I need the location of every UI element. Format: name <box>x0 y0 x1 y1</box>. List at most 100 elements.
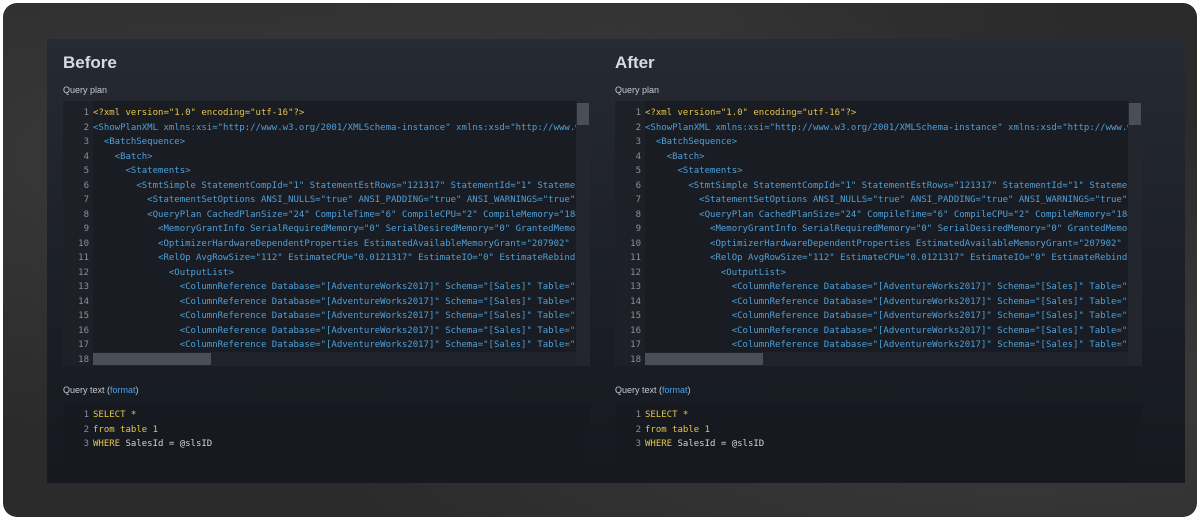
line-number: 12 <box>78 267 89 278</box>
line-number: 1 <box>635 410 641 420</box>
vertical-scrollbar[interactable] <box>1128 101 1142 366</box>
code-text: <Batch> <box>645 151 705 162</box>
code-text: <MemoryGrantInfo SerialRequiredMemory="0… <box>93 224 576 234</box>
code-line: 3 <BatchSequence> <box>615 135 1128 150</box>
vertical-scroll-thumb[interactable] <box>1129 103 1141 125</box>
line-number: 10 <box>630 238 641 249</box>
code-line: 3 WHERE SalesId = @slsID <box>615 437 1128 452</box>
code-lines: 1 SELECT * 2 from table 1 3 WHERE SalesId =… <box>63 408 576 452</box>
line-number: 7 <box>83 195 89 205</box>
after-query-plan-editor[interactable]: 1 <?xml version="1.0" encoding="utf-16"?>… <box>615 101 1142 366</box>
after-query-text-label: Query text (format) <box>615 385 691 395</box>
code-text: SELECT * <box>645 408 688 423</box>
code-text: <?xml version="1.0" encoding="utf-16"?> <box>93 108 305 118</box>
code-line: 8 <QueryPlan CachedPlanSize="24" Compile… <box>615 208 1128 223</box>
code-line: 9 <MemoryGrantInfo SerialRequiredMemory=… <box>63 222 576 237</box>
line-number: 17 <box>78 340 89 350</box>
sql-keyword: from table 1 <box>645 424 711 435</box>
code-text: <StatementSetOptions ANSI_NULLS="true" A… <box>93 195 576 205</box>
code-line: 14 <ColumnReference Database="[Adventure… <box>63 295 576 310</box>
before-query-plan-label: Query plan <box>63 85 108 95</box>
code-text: <ShowPlanXML xmlns:xsi="http://www.w3.or… <box>645 122 1128 133</box>
line-number: 5 <box>635 166 641 176</box>
code-text: from table 1 <box>645 423 710 438</box>
line-number: 3 <box>83 137 89 147</box>
code-text: <Statements> <box>645 166 743 176</box>
horizontal-scrollbar[interactable] <box>645 352 1128 366</box>
line-number: 15 <box>78 311 89 321</box>
code-line: 16 <ColumnReference Database="[Adventure… <box>615 324 1128 339</box>
code-text: <RelOp AvgRowSize="112" EstimateCPU="0.0… <box>93 253 576 263</box>
format-link[interactable]: format <box>110 385 136 395</box>
line-number: 6 <box>635 180 641 191</box>
line-number: 3 <box>635 439 641 449</box>
before-query-plan-editor[interactable]: 1 <?xml version="1.0" encoding="utf-16"?>… <box>63 101 590 366</box>
line-number: 16 <box>78 325 89 336</box>
format-link[interactable]: format <box>662 385 688 395</box>
code-text: <ColumnReference Database="[AdventureWor… <box>93 340 576 350</box>
code-text: <ColumnReference Database="[AdventureWor… <box>93 311 576 321</box>
code-line: 4 <Batch> <box>63 150 576 165</box>
after-query-text-editor[interactable]: 1 SELECT * 2 from table 1 3 WHERE SalesId =… <box>615 403 1142 483</box>
line-number: 4 <box>83 151 89 162</box>
sql-keyword: SELECT * <box>93 410 137 420</box>
before-column: Before Query plan 1 <?xml version="1.0" e… <box>51 39 603 483</box>
code-line: 2 <ShowPlanXML xmlns:xsi="http://www.w3.o… <box>63 121 576 136</box>
code-text: from table 1 <box>93 423 158 438</box>
before-query-text-editor[interactable]: 1 SELECT * 2 from table 1 3 WHERE SalesId =… <box>63 403 590 483</box>
code-line: 13 <ColumnReference Database="[Adventure… <box>63 280 576 295</box>
vertical-scrollbar[interactable] <box>576 101 590 366</box>
code-text: <QueryPlan CachedPlanSize="24" CompileTi… <box>93 209 576 220</box>
code-line: 2 from table 1 <box>615 423 1128 438</box>
line-number: 9 <box>635 224 641 234</box>
code-line: 6 <StmtSimple StatementCompId="1" Statem… <box>63 179 576 194</box>
code-line: 13 <ColumnReference Database="[Adventure… <box>615 280 1128 295</box>
code-text: <RelOp AvgRowSize="112" EstimateCPU="0.0… <box>645 253 1128 263</box>
line-number: 11 <box>78 253 89 263</box>
code-line: 8 <QueryPlan CachedPlanSize="24" Compile… <box>63 208 576 223</box>
horizontal-scrollbar[interactable] <box>93 352 576 366</box>
line-number: 2 <box>635 122 641 133</box>
code-line: 9 <MemoryGrantInfo SerialRequiredMemory=… <box>615 222 1128 237</box>
code-text: <ColumnReference Database="[AdventureWor… <box>645 282 1128 292</box>
code-text: <ColumnReference Database="[AdventureWor… <box>93 325 576 336</box>
code-line: 10 <OptimizerHardwareDependentProperties… <box>615 237 1128 252</box>
code-lines: 1 <?xml version="1.0" encoding="utf-16"?>… <box>615 106 1128 366</box>
code-line: 17 <ColumnReference Database="[Adventure… <box>63 338 576 353</box>
code-text: <Statements> <box>93 166 191 176</box>
code-line: 1 SELECT * <box>615 408 1128 423</box>
code-line: 17 <ColumnReference Database="[Adventure… <box>615 338 1128 353</box>
line-number: 18 <box>78 354 89 365</box>
code-line: 2 from table 1 <box>63 423 576 438</box>
horizontal-scroll-thumb[interactable] <box>93 353 211 365</box>
code-line: 15 <ColumnReference Database="[Adventure… <box>615 309 1128 324</box>
vertical-scroll-thumb[interactable] <box>577 103 589 125</box>
code-line: 12 <OutputList> <box>63 266 576 281</box>
code-text: <QueryPlan CachedPlanSize="24" CompileTi… <box>645 209 1128 220</box>
horizontal-scroll-thumb[interactable] <box>645 353 763 365</box>
code-text: <MemoryGrantInfo SerialRequiredMemory="0… <box>645 224 1128 234</box>
sql-keyword: WHERE <box>93 439 121 449</box>
code-lines: 1 SELECT * 2 from table 1 3 WHERE SalesId =… <box>615 408 1128 452</box>
code-line: 7 <StatementSetOptions ANSI_NULLS="true"… <box>63 193 576 208</box>
query-text-label-end: ) <box>135 385 139 395</box>
code-text: <ColumnReference Database="[AdventureWor… <box>645 296 1128 307</box>
query-compare-panel: Before Query plan 1 <?xml version="1.0" e… <box>47 39 1185 483</box>
code-line: 16 <ColumnReference Database="[Adventure… <box>63 324 576 339</box>
line-number: 2 <box>83 122 89 133</box>
code-line: 1 <?xml version="1.0" encoding="utf-16"?> <box>615 106 1128 121</box>
line-number: 8 <box>83 209 89 220</box>
code-text: SELECT * <box>93 408 136 423</box>
line-number: 2 <box>635 424 641 435</box>
line-number: 3 <box>635 137 641 147</box>
line-number: 17 <box>630 340 641 350</box>
line-number: 13 <box>78 282 89 292</box>
code-text: <ColumnReference Database="[AdventureWor… <box>645 325 1128 336</box>
query-text-label-start: Query text ( <box>63 385 111 395</box>
code-line: 2 <ShowPlanXML xmlns:xsi="http://www.w3.o… <box>615 121 1128 136</box>
code-text: <OutputList> <box>645 267 786 278</box>
code-line: 11 <RelOp AvgRowSize="112" EstimateCPU="… <box>615 251 1128 266</box>
code-text: <OptimizerHardwareDependentProperties Es… <box>93 238 576 249</box>
after-query-plan-label: Query plan <box>615 85 660 95</box>
code-line: 4 <Batch> <box>615 150 1128 165</box>
